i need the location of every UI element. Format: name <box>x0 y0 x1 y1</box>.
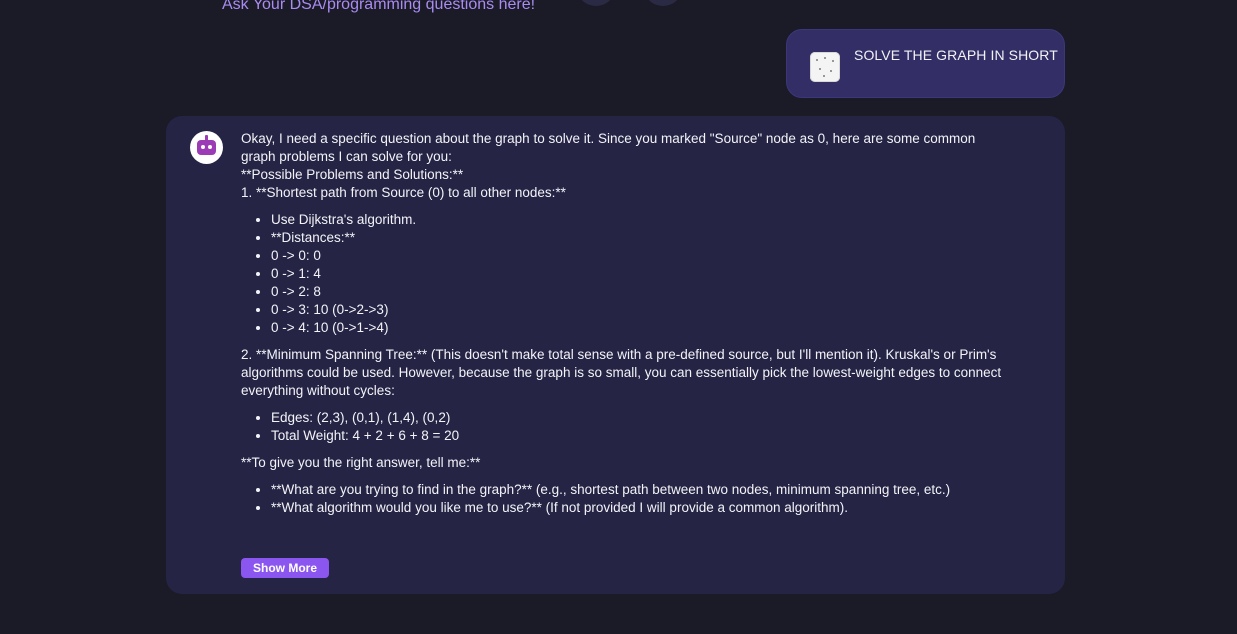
user-message-text: SOLVE THE GRAPH IN SHORT <box>854 47 1058 63</box>
list-item: 0 -> 2: 8 <box>271 283 1041 301</box>
closing-heading: **To give you the right answer, tell me:… <box>241 455 481 470</box>
list-item: 0 -> 4: 10 (0->1->4) <box>271 319 1041 337</box>
list-item: **What algorithm would you like me to us… <box>271 499 1041 517</box>
show-more-button[interactable]: Show More <box>241 558 329 578</box>
list-item: **What are you trying to find in the gra… <box>271 481 1041 499</box>
item1-heading: 1. **Shortest path from Source (0) to al… <box>241 185 566 200</box>
item2-text: 2. **Minimum Spanning Tree:** (This does… <box>241 347 1002 398</box>
user-message-bubble: SOLVE THE GRAPH IN SHORT <box>786 29 1065 98</box>
chat-page: Ask Your DSA/programming questions here!… <box>0 0 1237 634</box>
item1-list: Use Dijkstra's algorithm. **Distances:**… <box>241 211 1041 337</box>
bot-response-card: Okay, I need a specific question about t… <box>166 116 1065 594</box>
list-item: Use Dijkstra's algorithm. <box>271 211 1041 229</box>
header-action-button-1[interactable] <box>578 0 614 6</box>
intro-line-2: graph problems I can solve for you: <box>241 149 452 164</box>
robot-avatar-icon <box>190 131 223 164</box>
item2-list: Edges: (2,3), (0,1), (1,4), (0,2) Total … <box>241 409 1041 445</box>
list-item: 0 -> 1: 4 <box>271 265 1041 283</box>
list-item: 0 -> 3: 10 (0->2->3) <box>271 301 1041 319</box>
list-item: Edges: (2,3), (0,1), (1,4), (0,2) <box>271 409 1041 427</box>
list-item: Total Weight: 4 + 2 + 6 + 8 = 20 <box>271 427 1041 445</box>
list-item: 0 -> 0: 0 <box>271 247 1041 265</box>
bot-response-content: Okay, I need a specific question about t… <box>241 130 1041 526</box>
intro-line-1: Okay, I need a specific question about t… <box>241 131 976 146</box>
header-action-button-2[interactable] <box>645 0 681 6</box>
image-thumbnail-icon[interactable] <box>810 52 840 82</box>
list-item: **Distances:** <box>271 229 1041 247</box>
possible-heading: **Possible Problems and Solutions:** <box>241 167 464 182</box>
header-hint-text: Ask Your DSA/programming questions here! <box>222 0 536 13</box>
closing-list: **What are you trying to find in the gra… <box>241 481 1041 517</box>
